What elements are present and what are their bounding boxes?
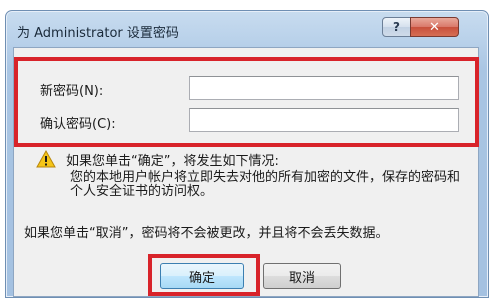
close-button[interactable]: ✕ xyxy=(410,17,459,37)
cancel-note: 如果您单击“取消”，密码将不会被更改，并且将不会丢失数据。 xyxy=(24,226,389,241)
dialog-title: 为 Administrator 设置密码 xyxy=(17,26,179,41)
ok-highlight-box xyxy=(148,254,260,296)
help-button[interactable]: ? xyxy=(382,17,411,37)
help-icon: ? xyxy=(393,20,400,34)
warning-heading: 如果您单击“确定”，将发生如下情况: xyxy=(66,154,279,169)
fields-highlight-box xyxy=(14,57,479,147)
warning-icon xyxy=(36,150,56,168)
title-bar[interactable]: 为 Administrator 设置密码 ? ✕ xyxy=(6,11,488,47)
close-icon: ✕ xyxy=(429,19,440,35)
cancel-button[interactable]: 取消 xyxy=(263,263,341,289)
warning-body: 您的本地用户帐户将立即失去对他的所有加密的文件，保存的密码和个人安全证书的访问权… xyxy=(70,170,461,199)
